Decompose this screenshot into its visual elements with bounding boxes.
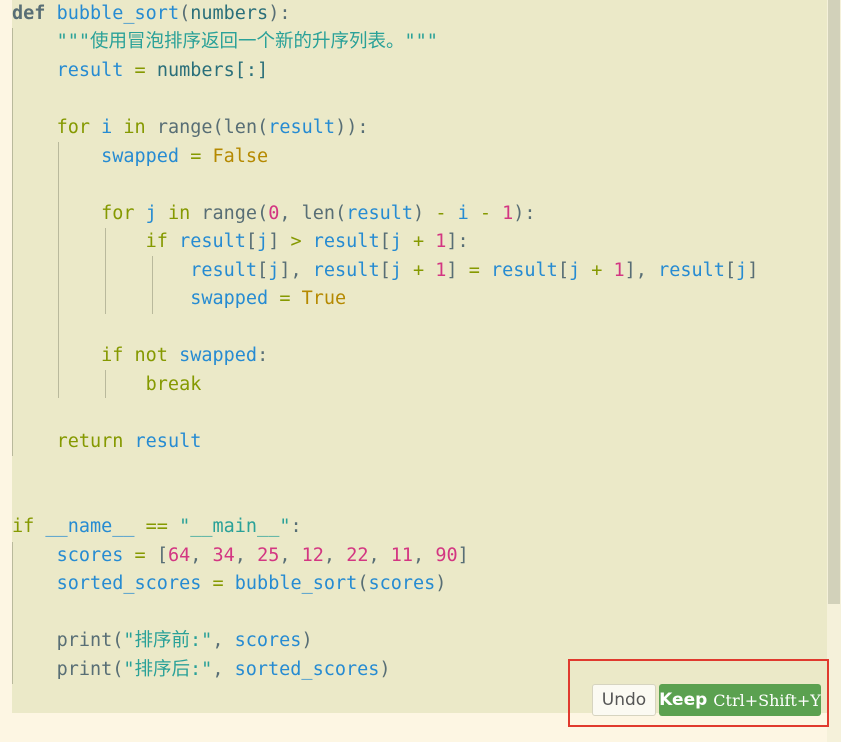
var-swapped: swapped (179, 345, 258, 366)
keep-label: Keep (659, 690, 708, 710)
if-keyword: if (101, 345, 124, 366)
code-line-23: print("排序前:", scores) (56, 630, 313, 651)
var-scores: scores (368, 573, 436, 594)
var-result: result (179, 231, 246, 252)
code-line-14: break (12, 371, 202, 399)
code-line-10: result[j], result[j + 1] = result[j + 1]… (190, 260, 759, 281)
num-one: 1 (502, 203, 514, 224)
num-one: 1 (435, 260, 447, 281)
score-value: 64 (167, 545, 191, 566)
var-i: i (101, 117, 113, 138)
var-scores: scores (234, 630, 302, 651)
return-keyword: return (56, 431, 124, 452)
false-const: False (212, 146, 269, 167)
var-j: j (257, 231, 269, 252)
num-zero: 0 (268, 203, 280, 224)
def-keyword: def (12, 3, 46, 24)
if-keyword: if (12, 516, 35, 537)
var-j: j (268, 260, 280, 281)
var-swapped: swapped (101, 146, 180, 167)
code-line-21: sorted_scores = bubble_sort(scores) (56, 573, 447, 594)
print-fn: print (56, 659, 113, 680)
before-string: "排序前:" (123, 630, 213, 651)
var-result: result (312, 231, 380, 252)
var-result: result (658, 260, 725, 281)
in-keyword: in (123, 117, 146, 138)
name-dunder: __name__ (45, 516, 135, 537)
var-scores: scores (56, 545, 124, 566)
code-line-24: print("排序后:", sorted_scores) (56, 659, 391, 680)
print-fn: print (56, 630, 113, 651)
var-j: j (568, 260, 581, 281)
code-line-1: def bubble_sort(numbers): (12, 3, 291, 24)
keep-shortcut: Ctrl+Shift+Y (713, 690, 821, 710)
main-string: "__main__" (179, 516, 291, 537)
var-result: result (490, 260, 558, 281)
score-value: 34 (212, 545, 235, 566)
score-value: 11 (390, 545, 414, 566)
var-result: result (56, 60, 124, 81)
break-keyword: break (145, 374, 202, 395)
code-line-8: for j in range(0, len(result) - i - 1): (101, 203, 536, 224)
len-fn: len (301, 203, 336, 224)
num-one: 1 (435, 231, 447, 252)
true-const: True (301, 288, 347, 309)
keep-button[interactable]: Keep Ctrl+Shift+Y (659, 684, 821, 716)
after-string: "排序后:" (123, 659, 213, 680)
code-line-19: if __name__ == "__main__": (12, 516, 302, 537)
score-value: 22 (346, 545, 369, 566)
numbers-slice: numbers[:] (156, 60, 269, 81)
var-i: i (457, 203, 469, 224)
function-call: bubble_sort (234, 573, 358, 594)
param: numbers (190, 3, 269, 24)
len-fn: len (223, 117, 258, 138)
in-keyword: in (167, 203, 191, 224)
code-line-20: scores = [64, 34, 25, 12, 22, 11, 90] (56, 545, 469, 566)
var-j: j (390, 260, 402, 281)
num-one: 1 (613, 260, 625, 281)
var-sorted-scores: sorted_scores (56, 573, 202, 594)
for-keyword: for (101, 203, 135, 224)
code-line-2: """使用冒泡排序返回一个新的升序列表。""" (12, 28, 438, 56)
code-line-6: swapped = False (101, 146, 269, 167)
var-result: result (312, 260, 380, 281)
range-fn: range (201, 203, 258, 224)
code-line-3: result = numbers[:] (56, 60, 269, 81)
score-value: 25 (257, 545, 280, 566)
score-value: 90 (435, 545, 458, 566)
scrollbar-thumb[interactable] (828, 0, 840, 604)
code-line-9: if result[j] > result[j + 1]: (145, 231, 469, 252)
if-keyword: if (145, 231, 168, 252)
undo-button[interactable]: Undo (592, 684, 656, 716)
var-result: result (268, 117, 336, 138)
code-line-13: if not swapped: (101, 345, 269, 366)
docstring: """使用冒泡排序返回一个新的升序列表。""" (56, 31, 438, 52)
range-fn: range (156, 117, 213, 138)
code-line-11: swapped = True (190, 288, 347, 309)
not-keyword: not (134, 345, 168, 366)
score-value: 12 (301, 545, 324, 566)
var-sorted-scores: sorted_scores (234, 659, 380, 680)
var-j: j (390, 231, 402, 252)
var-result: result (190, 260, 258, 281)
for-keyword: for (56, 117, 90, 138)
var-result: result (346, 203, 414, 224)
var-j: j (145, 203, 157, 224)
code-line-16: return result (12, 428, 202, 456)
function-name: bubble_sort (56, 3, 180, 24)
var-result: result (134, 431, 202, 452)
var-swapped: swapped (190, 288, 269, 309)
var-j: j (736, 260, 748, 281)
code-line-5: for i in range(len(result)): (56, 117, 369, 138)
